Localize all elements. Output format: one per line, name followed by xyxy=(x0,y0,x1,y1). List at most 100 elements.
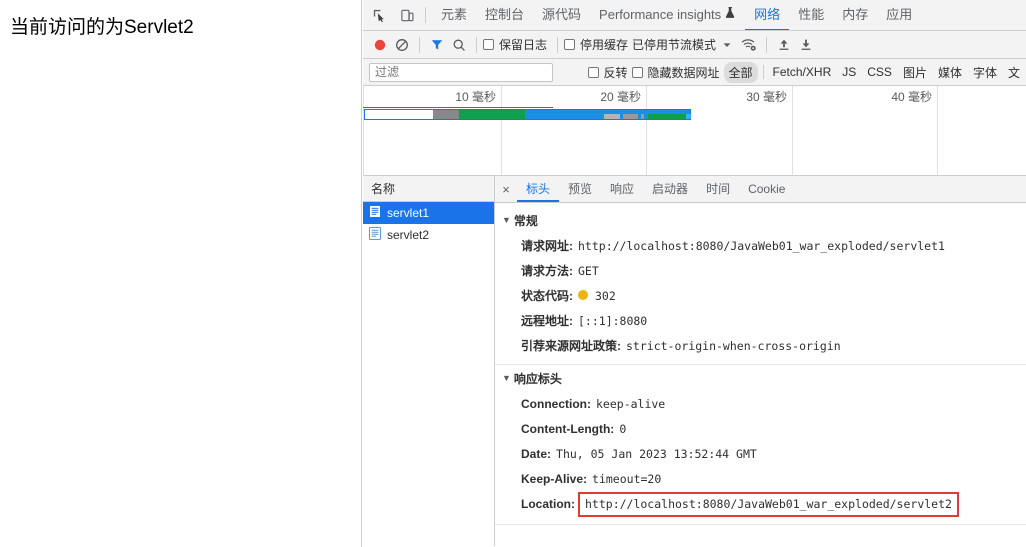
filter-type-doc[interactable]: 文 xyxy=(1003,62,1025,83)
header-row-connection: Connection: keep-alive xyxy=(495,392,1026,417)
header-key: 远程地址: xyxy=(521,314,573,328)
section-divider xyxy=(495,524,1026,525)
triangle-down-icon: ▼ xyxy=(502,373,511,383)
filter-type-css[interactable]: CSS xyxy=(862,63,897,81)
header-row-content-length: Content-Length: 0 xyxy=(495,417,1026,442)
header-value: 302 xyxy=(595,289,616,303)
tab-memory[interactable]: 内存 xyxy=(833,0,877,30)
document-icon xyxy=(369,205,381,221)
preserve-log-checkbox[interactable]: 保留日志 xyxy=(483,36,547,53)
timeline-divider xyxy=(501,86,502,175)
tab-network-label: 网络 xyxy=(754,6,781,22)
checkbox-box xyxy=(631,66,643,78)
close-icon[interactable]: × xyxy=(495,182,517,197)
timeline-selection-underline xyxy=(363,107,553,108)
filter-type-js[interactable]: JS xyxy=(837,63,861,81)
header-key: Keep-Alive: xyxy=(521,472,588,486)
tab-elements[interactable]: 元素 xyxy=(432,0,476,30)
devtools-screenshot: 当前访问的为Servlet2 元素 控制台 源代码 Performance in… xyxy=(0,0,1026,547)
filter-input[interactable] xyxy=(369,62,553,82)
detail-tab-response[interactable]: 响应 xyxy=(601,176,643,202)
inspect-element-icon[interactable] xyxy=(367,3,391,27)
clear-requests-icon[interactable] xyxy=(391,34,413,56)
filter-type-media[interactable]: 媒体 xyxy=(933,62,967,83)
header-value: keep-alive xyxy=(596,397,666,411)
header-value: timeout=20 xyxy=(592,472,662,486)
browser-page-content: 当前访问的为Servlet2 xyxy=(0,0,362,547)
bar-segment-stalled xyxy=(604,114,620,119)
header-row-location: Location: http://localhost:8080/JavaWeb0… xyxy=(495,492,1026,517)
document-icon xyxy=(369,227,381,243)
network-overview-timeline[interactable]: 10 毫秒 20 毫秒 30 毫秒 40 毫秒 xyxy=(363,86,1026,176)
tab-console[interactable]: 控制台 xyxy=(476,0,533,30)
filter-divider xyxy=(762,65,764,79)
header-value: [::1]:8080 xyxy=(578,314,648,328)
status-badge-icon xyxy=(578,290,588,300)
request-row-servlet2[interactable]: servlet2 xyxy=(363,224,494,246)
hide-data-urls-checkbox[interactable]: 隐藏数据网址 xyxy=(631,64,720,81)
tab-application-label: 应用 xyxy=(886,7,913,22)
timeline-divider xyxy=(363,86,364,175)
checkbox-box xyxy=(483,39,494,50)
filter-icon[interactable] xyxy=(426,34,448,56)
section-general[interactable]: ▼ 常规 xyxy=(495,207,1026,234)
timeline-divider xyxy=(646,86,647,175)
detail-tab-headers[interactable]: 标头 xyxy=(517,176,560,202)
section-response-headers-label: 响应标头 xyxy=(513,372,562,386)
filter-type-fetch-xhr[interactable]: Fetch/XHR xyxy=(768,63,837,81)
request-row-servlet1[interactable]: servlet1 xyxy=(363,202,494,224)
import-har-icon[interactable] xyxy=(773,34,795,56)
header-key: 状态代码: xyxy=(521,289,573,303)
toolbar-divider xyxy=(557,36,559,53)
section-response-headers[interactable]: ▼ 响应标头 xyxy=(495,365,1026,392)
request-headers-body: ▼ 常规 请求网址: http://localhost:8080/JavaWeb… xyxy=(495,203,1026,525)
detail-tab-timing[interactable]: 时间 xyxy=(697,176,739,202)
invert-checkbox[interactable]: 反转 xyxy=(587,64,628,81)
device-toolbar-icon[interactable] xyxy=(395,3,419,27)
filter-type-all[interactable]: 全部 xyxy=(723,61,758,83)
tab-network[interactable]: 网络 xyxy=(745,0,790,30)
detail-tab-cookies[interactable]: Cookie xyxy=(739,176,794,202)
tab-performance-insights-label: Performance insights xyxy=(599,7,722,22)
request-list-header-name[interactable]: 名称 xyxy=(363,176,494,202)
request-details-panel: × 标头 预览 响应 启动器 时间 Cookie ▼ 常规 请求网址: http… xyxy=(495,176,1026,546)
disable-cache-label: 停用缓存 xyxy=(580,38,629,52)
chevron-down-icon[interactable] xyxy=(716,34,738,56)
filter-type-img[interactable]: 图片 xyxy=(898,62,932,83)
header-row-remote-address: 远程地址: [::1]:8080 xyxy=(495,309,1026,334)
export-har-icon[interactable] xyxy=(795,34,817,56)
detail-tab-initiator[interactable]: 启动器 xyxy=(643,176,697,202)
tab-application[interactable]: 应用 xyxy=(877,0,921,30)
preserve-log-label: 保留日志 xyxy=(499,38,548,52)
location-highlight-box: http://localhost:8080/JavaWeb01_war_expl… xyxy=(578,492,959,517)
disable-cache-checkbox[interactable]: 停用缓存 xyxy=(564,36,628,53)
timeline-tick-10ms: 10 毫秒 xyxy=(455,90,496,104)
request-list: 名称 servlet1 servlet2 xyxy=(363,176,495,546)
page-body-text: 当前访问的为Servlet2 xyxy=(10,17,194,38)
bar-segment-waiting xyxy=(648,114,686,119)
filter-type-font[interactable]: 字体 xyxy=(968,62,1002,83)
record-button-icon[interactable] xyxy=(369,34,391,56)
throttling-label[interactable]: 已停用节流模式 xyxy=(632,36,716,53)
network-filter-bar: 反转 隐藏数据网址 全部 Fetch/XHR JS CSS 图片 媒体 字体 文 xyxy=(363,59,1026,86)
tab-sources-label: 源代码 xyxy=(542,7,582,22)
header-row-request-url: 请求网址: http://localhost:8080/JavaWeb01_wa… xyxy=(495,234,1026,259)
tab-memory-label: 内存 xyxy=(842,7,869,22)
request-details-tabbar: × 标头 预览 响应 启动器 时间 Cookie xyxy=(495,176,1026,203)
header-key: Connection: xyxy=(521,397,591,411)
toolbar-divider xyxy=(766,36,768,53)
header-row-date: Date: Thu, 05 Jan 2023 13:52:44 GMT xyxy=(495,442,1026,467)
tab-performance[interactable]: 性能 xyxy=(789,0,833,30)
bar-segment-stalled xyxy=(623,114,638,119)
detail-tab-preview[interactable]: 预览 xyxy=(559,176,601,202)
header-key: Location: xyxy=(521,497,575,511)
tab-sources[interactable]: 源代码 xyxy=(533,0,590,30)
tab-performance-insights[interactable]: Performance insights xyxy=(590,0,745,30)
header-value: 0 xyxy=(619,422,627,436)
bar-segment-waiting xyxy=(459,110,525,119)
search-icon[interactable] xyxy=(448,34,470,56)
request-row-label: servlet1 xyxy=(387,206,430,220)
flask-icon xyxy=(725,0,736,30)
timeline-tick-40ms: 40 毫秒 xyxy=(891,90,932,104)
network-conditions-icon[interactable] xyxy=(738,34,760,56)
